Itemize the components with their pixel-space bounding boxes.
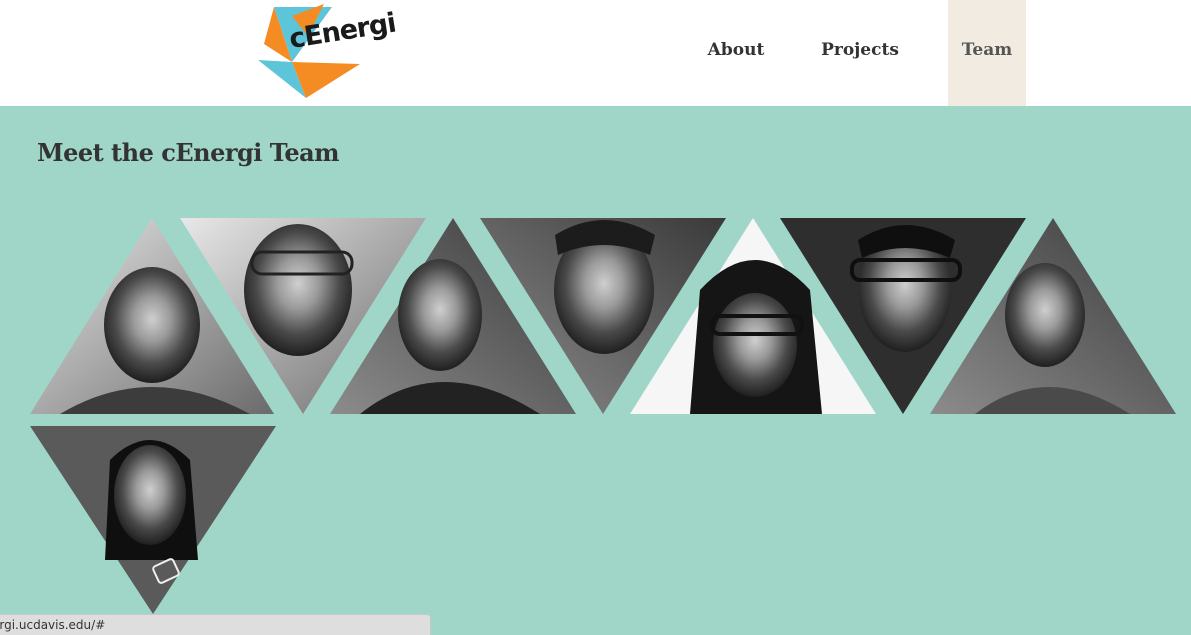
status-url-text: ergi.ucdavis.edu/# (0, 618, 106, 632)
status-bar-url: ergi.ucdavis.edu/# (0, 614, 431, 635)
team-triangles (30, 218, 1176, 614)
team-member-8-photo[interactable] (30, 426, 276, 614)
team-grid (0, 0, 1191, 635)
